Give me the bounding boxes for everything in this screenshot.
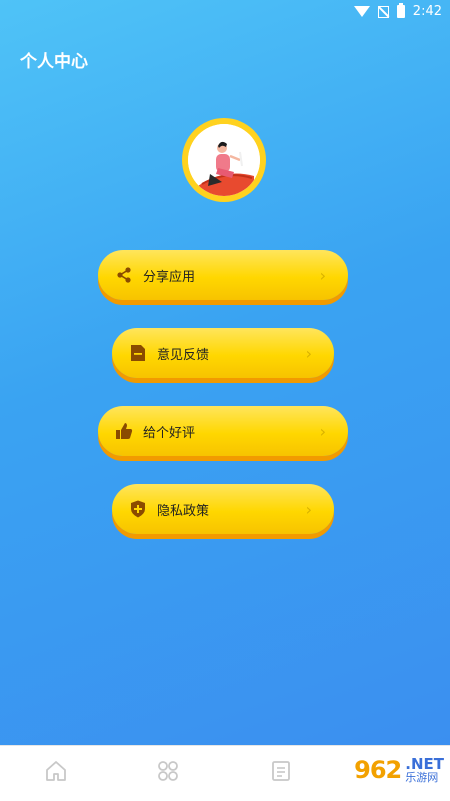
avatar-image [188, 124, 260, 196]
watermark-text: .NET 乐游网 [405, 755, 444, 784]
chevron-right-icon: › [305, 499, 312, 519]
status-bar: 2:42 [0, 0, 450, 24]
nav-documents[interactable] [268, 758, 294, 784]
share-icon [115, 266, 133, 284]
chevron-right-icon: › [305, 343, 312, 363]
wifi-icon [353, 6, 370, 17]
feedback-label: 意见反馈 [157, 347, 210, 363]
share-app-label: 分享应用 [143, 269, 196, 285]
avatar-illustration-icon [188, 124, 260, 196]
rate-app-label: 给个好评 [143, 425, 196, 441]
home-icon [46, 761, 66, 781]
nav-apps[interactable] [155, 758, 181, 784]
feedback-document-icon [129, 344, 147, 362]
thumbs-up-icon [115, 422, 133, 440]
watermark-cn: 乐游网 [405, 771, 439, 784]
privacy-policy-label: 隐私政策 [157, 503, 210, 519]
bottom-navigation: 962 .NET 乐游网 [0, 745, 450, 801]
share-app-button[interactable]: 分享应用 › [98, 250, 348, 300]
battery-icon [396, 3, 405, 18]
grid-icon [158, 761, 178, 781]
avatar[interactable] [182, 118, 266, 202]
nav-home[interactable] [43, 758, 69, 784]
profile-screen: 2:42 个人中心 分享应用 › 意见反馈 › 给个好评 › 隐私政策 › [0, 0, 450, 745]
document-icon [272, 761, 290, 781]
status-time: 2:42 [412, 4, 442, 19]
page-title: 个人中心 [20, 52, 88, 72]
privacy-policy-button[interactable]: 隐私政策 › [112, 484, 334, 534]
feedback-button[interactable]: 意见反馈 › [112, 328, 334, 378]
chevron-right-icon: › [319, 421, 326, 441]
status-icons: 2:42 [353, 3, 442, 19]
no-sim-icon [377, 5, 389, 18]
shield-icon [129, 500, 147, 518]
watermark-logo: 962 .NET 乐游网 [354, 756, 444, 784]
rate-app-button[interactable]: 给个好评 › [98, 406, 348, 456]
chevron-right-icon: › [319, 265, 326, 285]
watermark-net: .NET [405, 755, 444, 773]
watermark-number: 962 [354, 756, 402, 784]
